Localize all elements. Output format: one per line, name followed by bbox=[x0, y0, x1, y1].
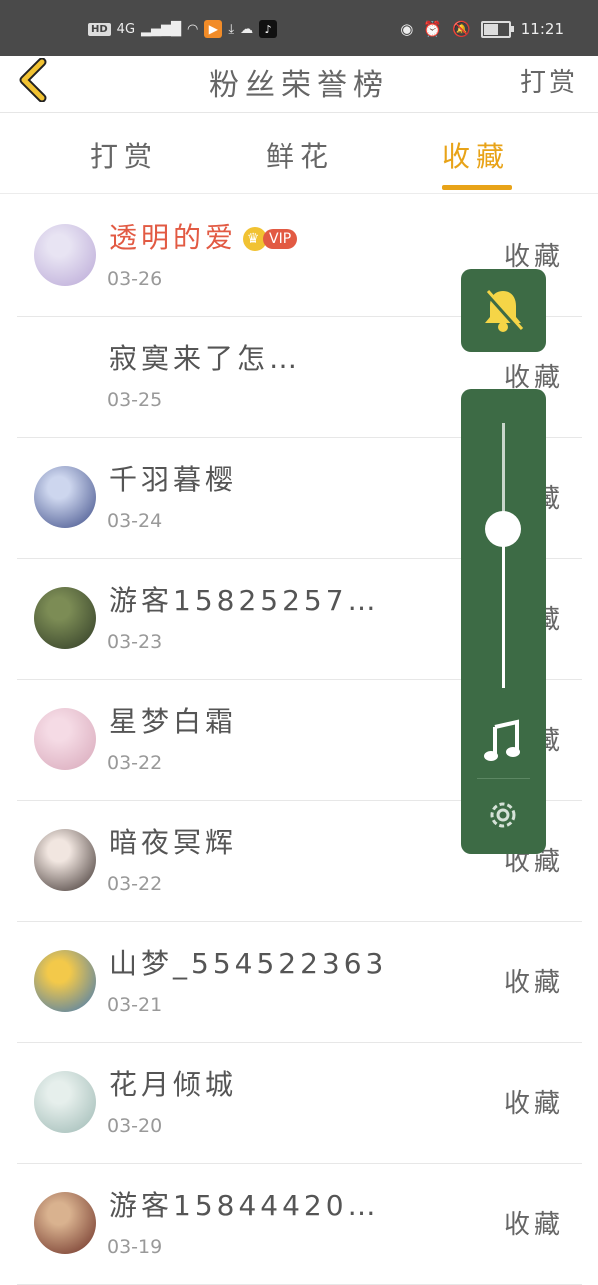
user-name-text: 寂寞来了怎… bbox=[109, 342, 302, 375]
status-right-icons: ◉ ⏰ 🔕 11:21 bbox=[400, 20, 564, 38]
user-name: 花月倾城 bbox=[109, 1063, 237, 1103]
vip-badge: ♛ VIP bbox=[243, 227, 298, 251]
row-date: 03-24 bbox=[107, 510, 163, 532]
panel-divider bbox=[477, 778, 530, 779]
alarm-icon: ⏰ bbox=[423, 20, 443, 38]
list-item[interactable]: 花月倾城 03-20 收藏 bbox=[17, 1043, 582, 1164]
download-icon: ⤓ bbox=[228, 21, 235, 37]
volume-fill bbox=[502, 529, 505, 688]
user-name: 游客15825257… bbox=[109, 579, 380, 619]
clock-time: 11:21 bbox=[520, 20, 564, 38]
row-action-label: 收藏 bbox=[503, 968, 564, 998]
avatar[interactable] bbox=[34, 829, 96, 891]
user-name-text: 游客15825257… bbox=[109, 584, 380, 617]
user-name-text: 游客15844420… bbox=[109, 1189, 380, 1222]
avatar[interactable] bbox=[34, 950, 96, 1012]
row-date: 03-23 bbox=[107, 631, 163, 653]
list-item[interactable]: 游客15844420… 03-19 收藏 bbox=[17, 1164, 582, 1285]
row-date: 03-26 bbox=[107, 268, 163, 290]
user-name-text: 透明的爱 bbox=[109, 221, 238, 254]
tip-button[interactable]: 打赏 bbox=[520, 62, 578, 99]
row-action-label: 收藏 bbox=[503, 242, 564, 272]
avatar[interactable] bbox=[34, 1071, 96, 1133]
user-name-text: 花月倾城 bbox=[109, 1068, 238, 1101]
tab-flowers[interactable]: 鲜花 bbox=[266, 135, 334, 175]
row-date: 03-25 bbox=[107, 389, 163, 411]
tab-bar: 打赏 鲜花 收藏 bbox=[0, 113, 598, 194]
row-date: 03-22 bbox=[107, 752, 163, 774]
active-tab-indicator bbox=[442, 185, 512, 190]
avatar[interactable] bbox=[34, 466, 96, 528]
volume-panel bbox=[461, 389, 546, 854]
status-left-icons: HD 4G ▂▄▆█ ◠ ▶ ⤓ ☁ ♪ bbox=[88, 20, 278, 38]
vip-label: VIP bbox=[263, 229, 298, 249]
signal-bars-icon: ▂▄▆█ bbox=[141, 21, 182, 37]
user-name-text: 山梦_554522363 bbox=[109, 947, 388, 980]
status-bar: HD 4G ▂▄▆█ ◠ ▶ ⤓ ☁ ♪ ◉ ⏰ 🔕 11:21 bbox=[0, 0, 598, 56]
user-name: 透明的爱 ♛ VIP bbox=[109, 216, 298, 256]
tiktok-icon: ♪ bbox=[259, 20, 278, 38]
list-item[interactable]: 山梦_554522363 03-21 收藏 bbox=[17, 922, 582, 1043]
avatar[interactable] bbox=[34, 224, 96, 286]
row-action-label: 收藏 bbox=[503, 1210, 564, 1240]
top-bar: 粉丝荣誉榜 打赏 bbox=[0, 56, 598, 113]
battery-icon bbox=[480, 20, 514, 38]
row-date: 03-21 bbox=[107, 994, 163, 1016]
page-title: 粉丝荣誉榜 bbox=[209, 68, 389, 103]
bell-off-icon: 🔕 bbox=[452, 20, 471, 38]
row-date: 03-19 bbox=[107, 1236, 163, 1258]
cloud-icon: ☁ bbox=[240, 21, 254, 37]
hd-indicator: HD bbox=[88, 22, 111, 36]
avatar[interactable] bbox=[34, 345, 96, 407]
avatar[interactable] bbox=[34, 587, 96, 649]
volume-slider-knob[interactable] bbox=[485, 511, 521, 547]
signal-indicator: 4G bbox=[116, 21, 136, 37]
user-name: 游客15844420… bbox=[109, 1184, 380, 1224]
user-name-text: 暗夜冥辉 bbox=[109, 826, 238, 859]
mute-notification-panel[interactable] bbox=[461, 269, 546, 352]
user-name-text: 星梦白霜 bbox=[109, 705, 238, 738]
user-name: 星梦白霜 bbox=[109, 700, 237, 740]
wifi-icon: ◠ bbox=[187, 21, 199, 37]
tab-favorites[interactable]: 收藏 bbox=[442, 135, 510, 175]
user-name: 千羽暮樱 bbox=[109, 458, 237, 498]
gear-icon[interactable] bbox=[485, 797, 521, 833]
eye-icon: ◉ bbox=[400, 20, 414, 38]
row-date: 03-22 bbox=[107, 873, 163, 895]
row-date: 03-20 bbox=[107, 1115, 163, 1137]
avatar[interactable] bbox=[34, 708, 96, 770]
video-app-icon: ▶ bbox=[204, 20, 223, 38]
tab-tips[interactable]: 打赏 bbox=[90, 135, 158, 175]
user-name: 寂寞来了怎… bbox=[109, 337, 301, 377]
row-action-label: 收藏 bbox=[503, 1089, 564, 1119]
avatar[interactable] bbox=[34, 1192, 96, 1254]
music-note-icon[interactable] bbox=[483, 719, 525, 763]
bell-muted-icon[interactable] bbox=[461, 269, 546, 352]
user-name-text: 千羽暮樱 bbox=[109, 463, 238, 496]
user-name: 山梦_554522363 bbox=[109, 942, 387, 982]
user-name: 暗夜冥辉 bbox=[109, 821, 237, 861]
